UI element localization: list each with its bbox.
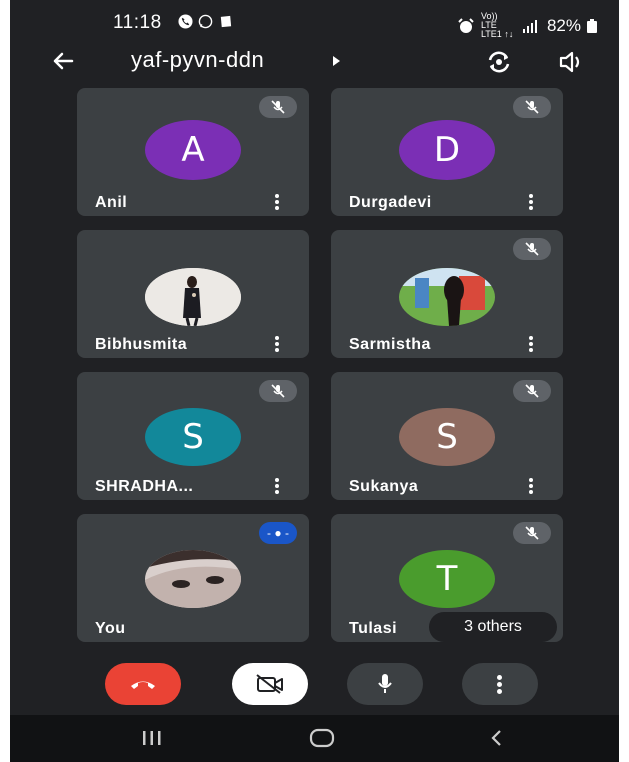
battery-icon bbox=[587, 18, 597, 33]
more-vert-icon bbox=[497, 673, 503, 696]
avatar-initial: A bbox=[181, 130, 205, 170]
participant-name: Sukanya bbox=[349, 478, 419, 495]
microphone-icon bbox=[378, 674, 392, 693]
participant-tile-sukanya[interactable]: S Sukanya bbox=[331, 372, 563, 500]
participant-tile-shradha[interactable]: S SHRADHA... bbox=[77, 372, 309, 500]
microphone-button[interactable] bbox=[347, 663, 423, 705]
back-arrow-icon[interactable] bbox=[48, 46, 78, 76]
mic-off-icon bbox=[513, 96, 551, 118]
participant-name: You bbox=[95, 620, 126, 637]
alarm-icon bbox=[458, 17, 474, 33]
back-chevron-icon bbox=[491, 730, 501, 746]
mic-off-icon bbox=[513, 522, 551, 544]
recent-apps-icon bbox=[143, 731, 161, 745]
meeting-info-arrow-icon[interactable] bbox=[333, 56, 340, 66]
meeting-header: yaf-pyvn-ddn bbox=[10, 42, 619, 82]
speaking-indicator-icon: - ● - bbox=[259, 522, 297, 544]
mic-off-icon bbox=[513, 238, 551, 260]
status-right: Vo)) LTE LTE1 ↑↓ 82% bbox=[457, 12, 597, 39]
avatar: S bbox=[145, 408, 241, 466]
participant-name: Bibhusmita bbox=[95, 336, 188, 353]
mic-off-icon bbox=[259, 380, 297, 402]
notification-icon bbox=[220, 15, 232, 28]
avatar-initial: S bbox=[436, 417, 458, 457]
avatar-initial: T bbox=[436, 559, 458, 599]
more-options-icon[interactable] bbox=[273, 476, 281, 498]
participant-photo bbox=[145, 550, 241, 608]
participant-name: Sarmistha bbox=[349, 336, 431, 353]
network-type: Vo)) LTE LTE1 ↑↓ bbox=[480, 11, 514, 39]
battery-percent: 82% bbox=[546, 15, 581, 35]
speaker-icon[interactable] bbox=[556, 47, 586, 77]
status-time: 11:18 bbox=[113, 12, 162, 33]
participant-name: Tulasi bbox=[349, 620, 398, 637]
switch-camera-icon[interactable] bbox=[484, 47, 514, 77]
avatar: A bbox=[145, 120, 241, 180]
whatsapp-icon bbox=[198, 14, 213, 29]
more-options-icon[interactable] bbox=[527, 334, 535, 356]
avatar: T bbox=[399, 550, 495, 608]
end-call-button[interactable] bbox=[105, 663, 181, 705]
back-button[interactable] bbox=[477, 723, 517, 753]
participant-photo bbox=[399, 268, 495, 326]
participant-name: SHRADHA... bbox=[95, 478, 194, 495]
participant-name: Anil bbox=[95, 194, 128, 211]
participant-tile-anil[interactable]: A Anil bbox=[77, 88, 309, 216]
others-button[interactable]: 3 others bbox=[429, 612, 557, 642]
camera-toggle-button[interactable] bbox=[232, 663, 308, 705]
more-options-icon[interactable] bbox=[273, 334, 281, 356]
avatar: D bbox=[399, 120, 495, 180]
more-options-icon[interactable] bbox=[527, 476, 535, 498]
participant-name: Durgadevi bbox=[349, 194, 432, 211]
phone-call-icon bbox=[178, 14, 193, 29]
recent-apps-button[interactable] bbox=[132, 723, 172, 753]
hang-up-icon bbox=[131, 681, 155, 689]
home-button[interactable] bbox=[302, 723, 342, 753]
system-navigation-bar bbox=[10, 715, 619, 762]
camera-off-icon bbox=[256, 674, 283, 694]
avatar: S bbox=[399, 408, 495, 466]
participant-tile-you[interactable]: - ● - You bbox=[77, 514, 309, 642]
home-icon bbox=[309, 728, 335, 748]
meeting-code[interactable]: yaf-pyvn-ddn bbox=[131, 47, 264, 73]
mic-off-icon bbox=[513, 380, 551, 402]
avatar-initial: D bbox=[433, 130, 461, 170]
participant-tile-bibhusmita[interactable]: Bibhusmita bbox=[77, 230, 309, 358]
participant-tile-durgadevi[interactable]: D Durgadevi bbox=[331, 88, 563, 216]
more-options-icon[interactable] bbox=[527, 192, 535, 214]
more-options-button[interactable] bbox=[462, 663, 538, 705]
signal-icon bbox=[522, 19, 537, 33]
more-options-icon[interactable] bbox=[273, 192, 281, 214]
mic-off-icon bbox=[259, 96, 297, 118]
participant-tile-sarmistha[interactable]: Sarmistha bbox=[331, 230, 563, 358]
status-bar: 11:18 Vo)) LTE LTE1 ↑↓ 82% bbox=[10, 0, 619, 42]
avatar-initial: S bbox=[182, 417, 204, 457]
phone-screen: 11:18 Vo)) LTE LTE1 ↑↓ 82% yaf-pyvn-ddn … bbox=[10, 0, 619, 762]
participant-photo bbox=[145, 268, 241, 326]
